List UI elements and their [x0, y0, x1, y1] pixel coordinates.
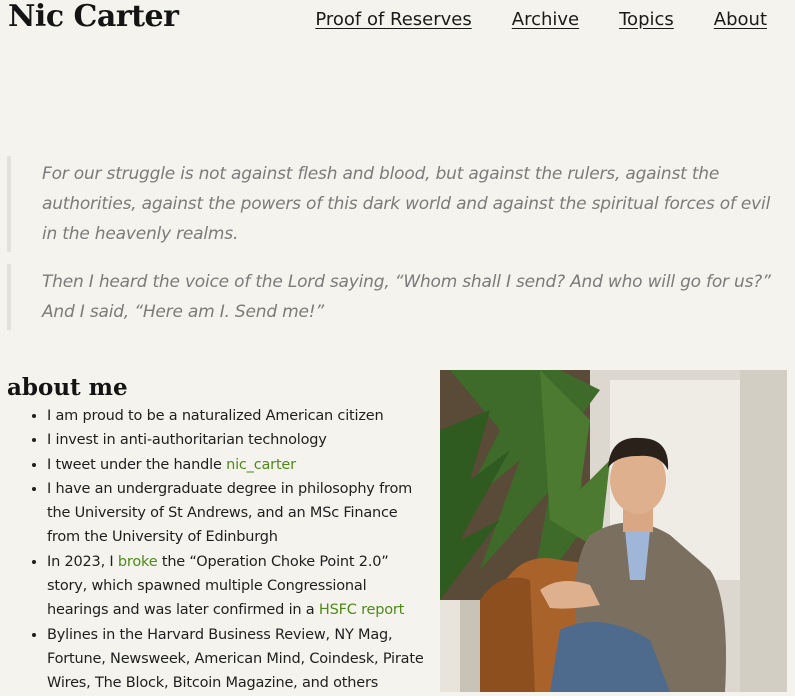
about-list: I am proud to be a naturalized American …	[7, 404, 432, 696]
main-nav: Proof of Reserves Archive Topics About	[315, 9, 767, 30]
quote-ephesians: For our struggle is not against flesh an…	[7, 156, 787, 252]
about-section: about me I am proud to be a naturalized …	[7, 374, 432, 696]
nav-about[interactable]: About	[714, 9, 767, 30]
twitter-handle-link[interactable]: nic_carter	[226, 457, 296, 473]
about-item-citizen: I am proud to be a naturalized American …	[47, 404, 432, 428]
portrait-illustration	[440, 370, 787, 692]
broke-link[interactable]: broke	[118, 554, 158, 570]
nav-archive[interactable]: Archive	[512, 9, 579, 30]
hsfc-report-link[interactable]: HSFC report	[319, 602, 404, 618]
about-heading: about me	[7, 374, 128, 401]
about-item-choke-point: In 2023, I broke the “Operation Choke Po…	[47, 550, 432, 623]
about-item-invest: I invest in anti-authoritarian technolog…	[47, 428, 432, 452]
portrait-photo	[440, 370, 787, 692]
about-item-tweet: I tweet under the handle nic_carter	[47, 453, 432, 477]
site-header: Nic Carter Proof of Reserves Archive Top…	[0, 0, 795, 50]
choke-prefix: In 2023, I	[47, 553, 118, 570]
nav-proof-of-reserves[interactable]: Proof of Reserves	[315, 9, 471, 30]
quote-isaiah: Then I heard the voice of the Lord sayin…	[7, 264, 787, 330]
about-item-bylines: Bylines in the Harvard Business Review, …	[47, 623, 432, 696]
nav-topics[interactable]: Topics	[619, 9, 674, 30]
tweet-text: I tweet under the handle	[47, 456, 227, 473]
about-item-degree: I have an undergraduate degree in philos…	[47, 477, 432, 550]
quotes-section: For our struggle is not against flesh an…	[7, 156, 787, 342]
site-title[interactable]: Nic Carter	[8, 0, 179, 34]
